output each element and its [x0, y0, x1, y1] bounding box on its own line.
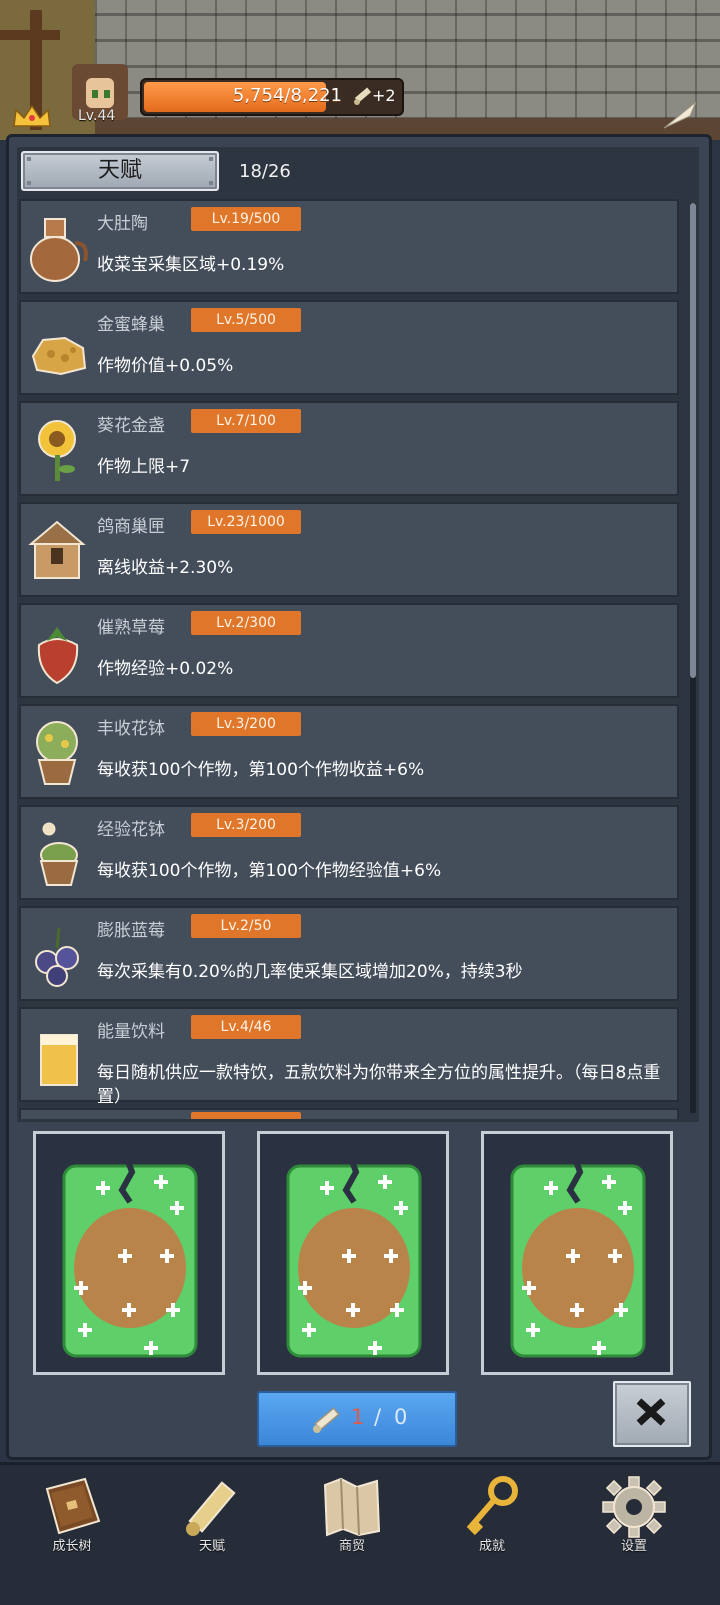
- talent-level-badge: Lv.23/1000: [191, 510, 301, 534]
- talent-desc: 每收获100个作物，第100个作物经验值+6%: [97, 861, 442, 881]
- gear-icon: [602, 1476, 666, 1538]
- talent-item[interactable]: 能量饮料 Lv.4/46 每日随机供应一款特饮，五款饮料为你带来全方位的属性提升…: [19, 1007, 679, 1107]
- talent-name: 催熟草莓: [97, 618, 165, 638]
- nav-label: 天赋: [198, 1539, 225, 1554]
- blueberry-icon: [35, 927, 79, 987]
- nav-achievement[interactable]: 成就: [432, 1475, 552, 1595]
- exp-pot-icon: [39, 822, 79, 886]
- avatar-eye: [92, 90, 98, 98]
- scroll-separator: /: [374, 1405, 382, 1429]
- scroll-total: 0: [394, 1405, 408, 1429]
- map-icon: [323, 1477, 381, 1537]
- talent-desc: 每收获100个作物，第100个作物收益+6%: [97, 760, 425, 780]
- talent-name: 金蜜蜂巢: [97, 315, 165, 335]
- scroll-bonus: +2: [372, 86, 396, 105]
- honeycomb-icon: [31, 336, 87, 376]
- close-button[interactable]: [613, 1381, 691, 1447]
- nav-label: 成就: [478, 1539, 505, 1554]
- talent-level-badge: Lv.2/50: [191, 914, 301, 938]
- bottom-nav: 成长树 天赋 商贸 成就 设置: [0, 1462, 720, 1605]
- tab-talent-label: 天赋: [97, 158, 142, 183]
- crown-icon: [13, 104, 51, 127]
- talent-level-badge: Lv.4/46: [191, 1015, 301, 1039]
- scrollbar-thumb[interactable]: [690, 203, 696, 678]
- rivet: [209, 157, 213, 161]
- talent-item[interactable]: 金蜜蜂巢 Lv.5/500 作物价值+0.05%: [19, 300, 679, 395]
- scroll-current: 1: [351, 1405, 365, 1429]
- talent-level-badge: Lv.2/300: [191, 611, 301, 635]
- energy-drink-icon: [40, 1034, 78, 1086]
- quill-icon: [663, 101, 697, 129]
- talent-panel: 天赋 18/26 大肚陶 Lv.19/500 收菜宝采集区域+0.19% 金蜜蜂: [6, 134, 712, 1460]
- rivet: [209, 181, 213, 185]
- talent-level-badge: [191, 1112, 301, 1119]
- nav-growth-tree[interactable]: 成长树: [12, 1475, 132, 1595]
- draw-card-3[interactable]: [481, 1131, 673, 1375]
- talent-name: 丰收花钵: [97, 719, 165, 739]
- talent-item[interactable]: 鸽商巢匣 Lv.23/1000 离线收益+2.30%: [19, 502, 679, 597]
- talent-desc: 作物价值+0.05%: [97, 356, 234, 376]
- player-level: Lv.44: [78, 108, 116, 124]
- talent-item[interactable]: 催熟草莓 Lv.2/300 作物经验+0.02%: [19, 603, 679, 698]
- card-art-icon: [510, 1150, 646, 1358]
- talent-count: 18/26: [239, 161, 291, 182]
- clay-jar-icon: [30, 218, 88, 282]
- talent-name: 能量饮料: [97, 1022, 165, 1042]
- talent-desc: 收菜宝采集区域+0.19%: [97, 255, 285, 275]
- wood-beam: [0, 30, 60, 40]
- talent-item[interactable]: 丰收花钵 Lv.3/200 每收获100个作物，第100个作物收益+6%: [19, 704, 679, 799]
- talent-item[interactable]: 葵花金盏 Lv.7/100 作物上限+7: [19, 401, 679, 496]
- card-art-icon: [62, 1150, 198, 1358]
- talent-level-badge: Lv.19/500: [191, 207, 301, 231]
- talent-name: 葵花金盏: [97, 416, 165, 436]
- talent-item[interactable]: 膨胀蓝莓 Lv.2/50 每次采集有0.20%的几率使采集区域增加20%，持续3…: [19, 906, 679, 1001]
- talent-item-partial[interactable]: [19, 1108, 679, 1119]
- talent-level-badge: Lv.5/500: [191, 308, 301, 332]
- strawberry-icon: [37, 627, 79, 685]
- nav-trade[interactable]: 商贸: [292, 1475, 412, 1595]
- rivet: [27, 157, 31, 161]
- draw-card-2[interactable]: [257, 1131, 449, 1375]
- flower-pot-icon: [36, 721, 78, 785]
- talent-desc: 作物上限+7: [97, 457, 191, 477]
- talent-name: 经验花钵: [97, 820, 165, 840]
- talent-name: 大肚陶: [97, 214, 148, 234]
- talent-level-badge: Lv.3/200: [191, 712, 301, 736]
- scroll-icon: [186, 1481, 236, 1536]
- tab-talent[interactable]: 天赋: [21, 151, 219, 191]
- nav-settings[interactable]: 设置: [574, 1475, 694, 1595]
- avatar-eye: [104, 90, 110, 98]
- book-icon: [45, 1477, 101, 1535]
- use-scroll-button[interactable]: 1 / 0: [257, 1391, 457, 1447]
- nav-label: 设置: [620, 1539, 647, 1554]
- nav-label: 成长树: [52, 1539, 92, 1554]
- birdhouse-icon: [28, 520, 86, 579]
- sunflower-icon: [38, 420, 76, 481]
- scroll-icon: [354, 87, 372, 105]
- talent-desc: 作物经验+0.02%: [97, 659, 234, 679]
- talent-desc: 每次采集有0.20%的几率使采集区域增加20%，持续3秒: [97, 962, 523, 982]
- list-scrollbar[interactable]: [690, 203, 696, 1113]
- talent-level-badge: Lv.3/200: [191, 813, 301, 837]
- talent-list[interactable]: 大肚陶 Lv.19/500 收菜宝采集区域+0.19% 金蜜蜂巢 Lv.5/50…: [19, 199, 681, 1119]
- xp-bar: 5,754/8,221 +2: [140, 78, 404, 116]
- talent-item[interactable]: 大肚陶 Lv.19/500 收菜宝采集区域+0.19%: [19, 199, 679, 294]
- rivet: [27, 181, 31, 185]
- nav-label: 商贸: [338, 1539, 365, 1554]
- nav-talent[interactable]: 天赋: [152, 1475, 272, 1595]
- talent-item[interactable]: 经验花钵 Lv.3/200 每收获100个作物，第100个作物经验值+6%: [19, 805, 679, 900]
- talent-desc: 每日随机供应一款特饮，五款饮料为你带来全方位的属性提升。（每日8点重置）: [97, 1063, 661, 1107]
- key-icon: [466, 1476, 518, 1536]
- xp-text: 5,754/8,221: [232, 85, 342, 106]
- talent-name: 鸽商巢匣: [97, 517, 165, 537]
- scroll-icon: [313, 1407, 340, 1433]
- close-icon: [636, 1398, 666, 1426]
- talent-name: 膨胀蓝莓: [97, 921, 165, 941]
- draw-card-1[interactable]: [33, 1131, 225, 1375]
- card-art-icon: [286, 1150, 422, 1358]
- talent-level-badge: Lv.7/100: [191, 409, 301, 433]
- talent-list-area: 天赋 18/26 大肚陶 Lv.19/500 收菜宝采集区域+0.19% 金蜜蜂: [17, 147, 699, 1122]
- talent-desc: 离线收益+2.30%: [97, 558, 234, 578]
